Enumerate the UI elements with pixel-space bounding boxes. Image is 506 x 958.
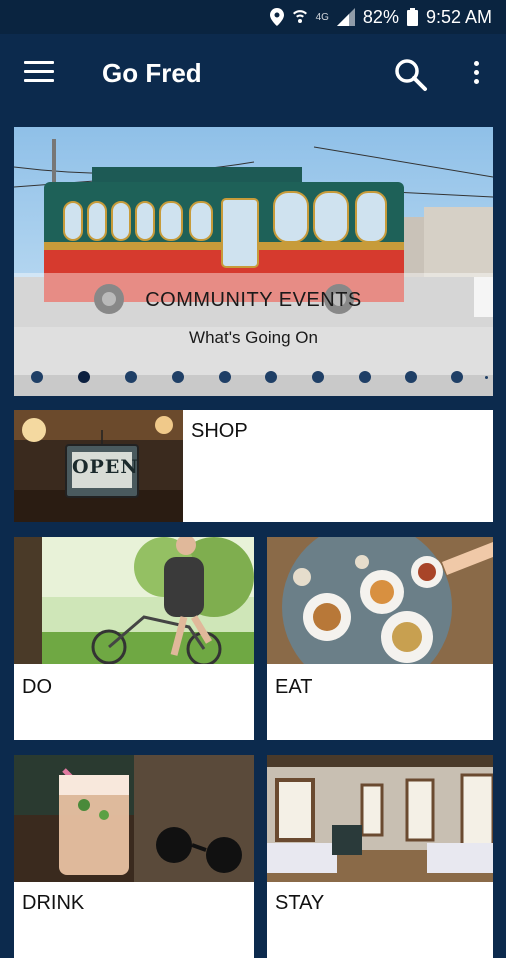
carousel-dot[interactable] (265, 371, 277, 383)
app-title: Go Fred (102, 58, 202, 88)
app-bar: Go Fred (0, 34, 506, 116)
tile-stay-label: STAY (275, 892, 325, 914)
cocktail-photo (14, 755, 254, 882)
search-icon[interactable] (392, 56, 430, 94)
signal-icon (336, 8, 355, 26)
hero-subtitle: What's Going On (189, 328, 318, 347)
open-sign-text: OPEN (72, 456, 139, 478)
tile-stay[interactable]: STAY (267, 755, 493, 958)
wifi-calling-icon (292, 10, 307, 23)
carousel-dot[interactable] (405, 371, 417, 383)
menu-icon[interactable] (24, 61, 54, 85)
battery-icon (406, 8, 418, 26)
carousel-dot[interactable] (172, 371, 184, 383)
network-type-label: 4G (315, 11, 329, 23)
tile-eat-label: EAT (275, 676, 313, 698)
carousel-dot[interactable] (359, 371, 371, 383)
battery-percent: 82% (362, 6, 399, 27)
tile-drink[interactable]: DRINK (14, 755, 254, 958)
carousel-dot[interactable] (312, 371, 324, 383)
cyclist-photo (14, 537, 254, 664)
status-bar: 4G 82% 9:52 AM (0, 0, 506, 34)
clock: 9:52 AM (425, 6, 492, 27)
tile-drink-label: DRINK (22, 892, 85, 914)
hotel-room-photo (267, 755, 493, 882)
carousel-dot-partial[interactable] (485, 376, 488, 379)
shop-photo: OPEN (14, 410, 183, 522)
carousel-dot-active[interactable] (78, 371, 90, 383)
hero-carousel[interactable]: COMMUNITY EVENTS What's Going On (14, 127, 493, 396)
carousel-dot[interactable] (219, 371, 231, 383)
hero-caption: COMMUNITY EVENTS What's Going On (14, 273, 493, 375)
hero-title: COMMUNITY EVENTS (145, 289, 362, 311)
food-table-photo (267, 537, 493, 664)
tile-shop-label: SHOP (191, 420, 248, 442)
more-vert-icon[interactable] (464, 58, 488, 92)
tile-do-label: DO (22, 676, 52, 698)
tile-do[interactable]: DO (14, 537, 254, 740)
carousel-dot[interactable] (125, 371, 137, 383)
carousel-dot[interactable] (31, 371, 43, 383)
tile-eat[interactable]: EAT (267, 537, 493, 740)
tile-shop[interactable]: OPEN SHOP (14, 410, 493, 522)
carousel-dot[interactable] (451, 371, 463, 383)
location-icon (269, 8, 284, 26)
